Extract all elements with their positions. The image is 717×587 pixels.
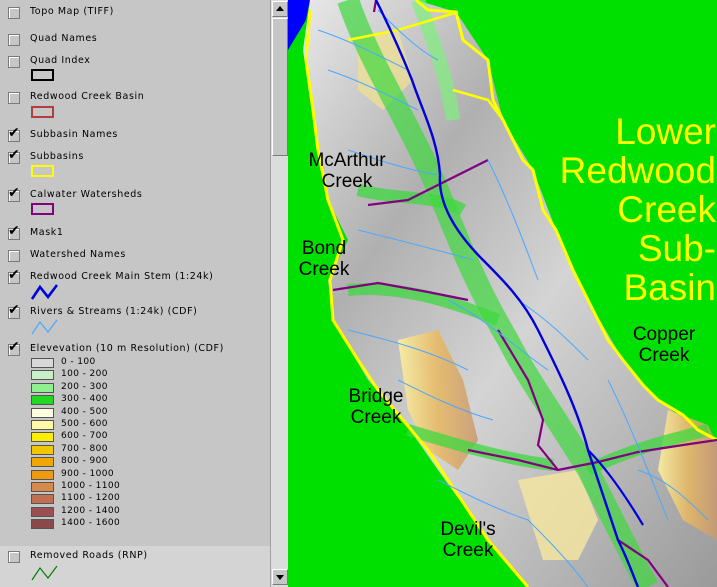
- elevation-class-row: 200 - 300: [31, 381, 231, 394]
- scroll-down-button[interactable]: [272, 569, 288, 585]
- scroll-thumb[interactable]: [272, 18, 288, 156]
- removed-roads-label: Removed Roads (RNP): [30, 550, 148, 561]
- map-view[interactable]: McArthur Creek Bond Creek Copper Creek B…: [288, 0, 717, 587]
- redwood-basin-label: Redwood Creek Basin: [30, 91, 145, 102]
- layer-removed-roads[interactable]: Removed Roads (RNP): [0, 546, 270, 587]
- elevation-class-row: 300 - 400: [31, 394, 231, 406]
- calwater-symbol: [31, 203, 54, 215]
- elevation-class-label: 200 - 300: [61, 381, 108, 392]
- elevation-class-row: 800 - 900: [31, 456, 231, 468]
- arrow-down-icon: [276, 575, 284, 580]
- calwater-label: Calwater Watersheds: [30, 189, 143, 200]
- removed-roads-checkbox[interactable]: [8, 551, 20, 563]
- elevation-class-row: 900 - 1000: [31, 468, 231, 481]
- elevation-swatch: [31, 469, 54, 480]
- elevation-class-label: 1400 - 1600: [61, 518, 121, 529]
- mcarthur-creek-label: McArthur Creek: [308, 150, 386, 192]
- legend-scrollbar[interactable]: [270, 0, 288, 587]
- elevation-class-row: 1000 - 1100: [31, 481, 231, 493]
- calwater-checkbox[interactable]: ✔: [8, 186, 20, 202]
- redwood-basin-symbol: [31, 106, 54, 118]
- main-stem-label: Redwood Creek Main Stem (1:24k): [30, 271, 214, 282]
- legend-panel: Topo Map (TIFF) Quad Names Quad Index Re…: [0, 0, 270, 587]
- elevation-class-label: 1100 - 1200: [61, 493, 121, 504]
- mask1-label: Mask1: [30, 227, 64, 238]
- scroll-up-button[interactable]: [272, 1, 288, 17]
- watershed-names-checkbox[interactable]: [8, 250, 20, 262]
- elevation-class-label: 0 - 100: [61, 357, 96, 367]
- streams-symbol: [31, 319, 58, 335]
- main-stem-checkbox[interactable]: ✔: [8, 268, 20, 284]
- streams-checkbox[interactable]: ✔: [8, 303, 20, 319]
- elevation-checkbox[interactable]: ✔: [8, 340, 20, 356]
- quad-index-label: Quad Index: [30, 55, 91, 66]
- elevation-class-row: 1100 - 1200: [31, 493, 231, 505]
- main-stem-symbol: [31, 284, 59, 300]
- subbasins-label: Subbasins: [30, 151, 84, 162]
- elevation-class-label: 500 - 600: [61, 419, 108, 429]
- elevation-class-row: 500 - 600: [31, 419, 231, 431]
- elevation-swatch: [31, 407, 54, 418]
- arrow-up-icon: [276, 6, 284, 11]
- elevation-class-label: 400 - 500: [61, 406, 108, 417]
- subbasin-title: Lower Redwood Creek Sub- Basin: [559, 111, 716, 308]
- elevation-class-label: 600 - 700: [61, 431, 108, 442]
- elevation-swatch: [31, 358, 54, 368]
- bridge-creek-label: Bridge Creek: [348, 386, 404, 428]
- watershed-names-label: Watershed Names: [30, 249, 126, 260]
- elevation-class-label: 100 - 200: [61, 369, 108, 380]
- elevation-class-label: 1000 - 1100: [61, 481, 121, 491]
- quad-names-checkbox[interactable]: [8, 34, 20, 46]
- subbasin-names-checkbox[interactable]: ✔: [8, 126, 20, 142]
- elevation-class-row: 0 - 100: [31, 357, 231, 369]
- elevation-class-label: 300 - 400: [61, 394, 108, 405]
- subbasins-symbol: [31, 165, 54, 177]
- elevation-class-label: 1200 - 1400: [61, 505, 121, 516]
- elevation-class-row: 1400 - 1600: [31, 518, 231, 530]
- streams-label: Rivers & Streams (1:24k) (CDF): [30, 306, 198, 317]
- elevation-class-row: 1200 - 1400: [31, 505, 231, 518]
- elevation-swatch: [31, 420, 54, 430]
- elevation-class-row: 700 - 800: [31, 443, 231, 456]
- devils-creek-label: Devil's Creek: [440, 519, 496, 561]
- elevation-swatch: [31, 444, 54, 455]
- elevation-class-label: 900 - 1000: [61, 468, 115, 479]
- elevation-class-row: 100 - 200: [31, 369, 231, 381]
- topo-map-checkbox[interactable]: [8, 7, 20, 19]
- copper-creek-label: Copper Creek: [632, 324, 696, 366]
- quad-index-checkbox[interactable]: [8, 56, 20, 68]
- topo-map-label: Topo Map (TIFF): [30, 6, 114, 17]
- elevation-swatch: [31, 494, 54, 505]
- elevation-swatch: [31, 482, 54, 492]
- removed-roads-symbol: [31, 565, 58, 581]
- elevation-swatch: [31, 370, 54, 381]
- elevation-class-label: 800 - 900: [61, 456, 108, 467]
- mask1-checkbox[interactable]: ✔: [8, 224, 20, 240]
- quad-index-symbol: [31, 69, 54, 81]
- redwood-basin-checkbox[interactable]: [8, 92, 20, 104]
- elevation-swatch: [31, 519, 54, 530]
- elevation-class-row: 600 - 700: [31, 431, 231, 443]
- elevation-class-label: 700 - 800: [61, 443, 108, 454]
- subbasins-checkbox[interactable]: ✔: [8, 148, 20, 164]
- subbasin-names-label: Subbasin Names: [30, 129, 118, 140]
- elevation-label: Elevevation (10 m Resolution) (CDF): [30, 343, 224, 354]
- elevation-swatch: [31, 506, 54, 517]
- quad-names-label: Quad Names: [30, 33, 98, 44]
- elevation-swatch: [31, 382, 54, 393]
- elevation-swatch: [31, 395, 54, 406]
- elevation-class-row: 400 - 500: [31, 406, 231, 419]
- bond-creek-label: Bond Creek: [298, 238, 350, 280]
- elevation-swatch: [31, 457, 54, 468]
- elevation-swatch: [31, 432, 54, 443]
